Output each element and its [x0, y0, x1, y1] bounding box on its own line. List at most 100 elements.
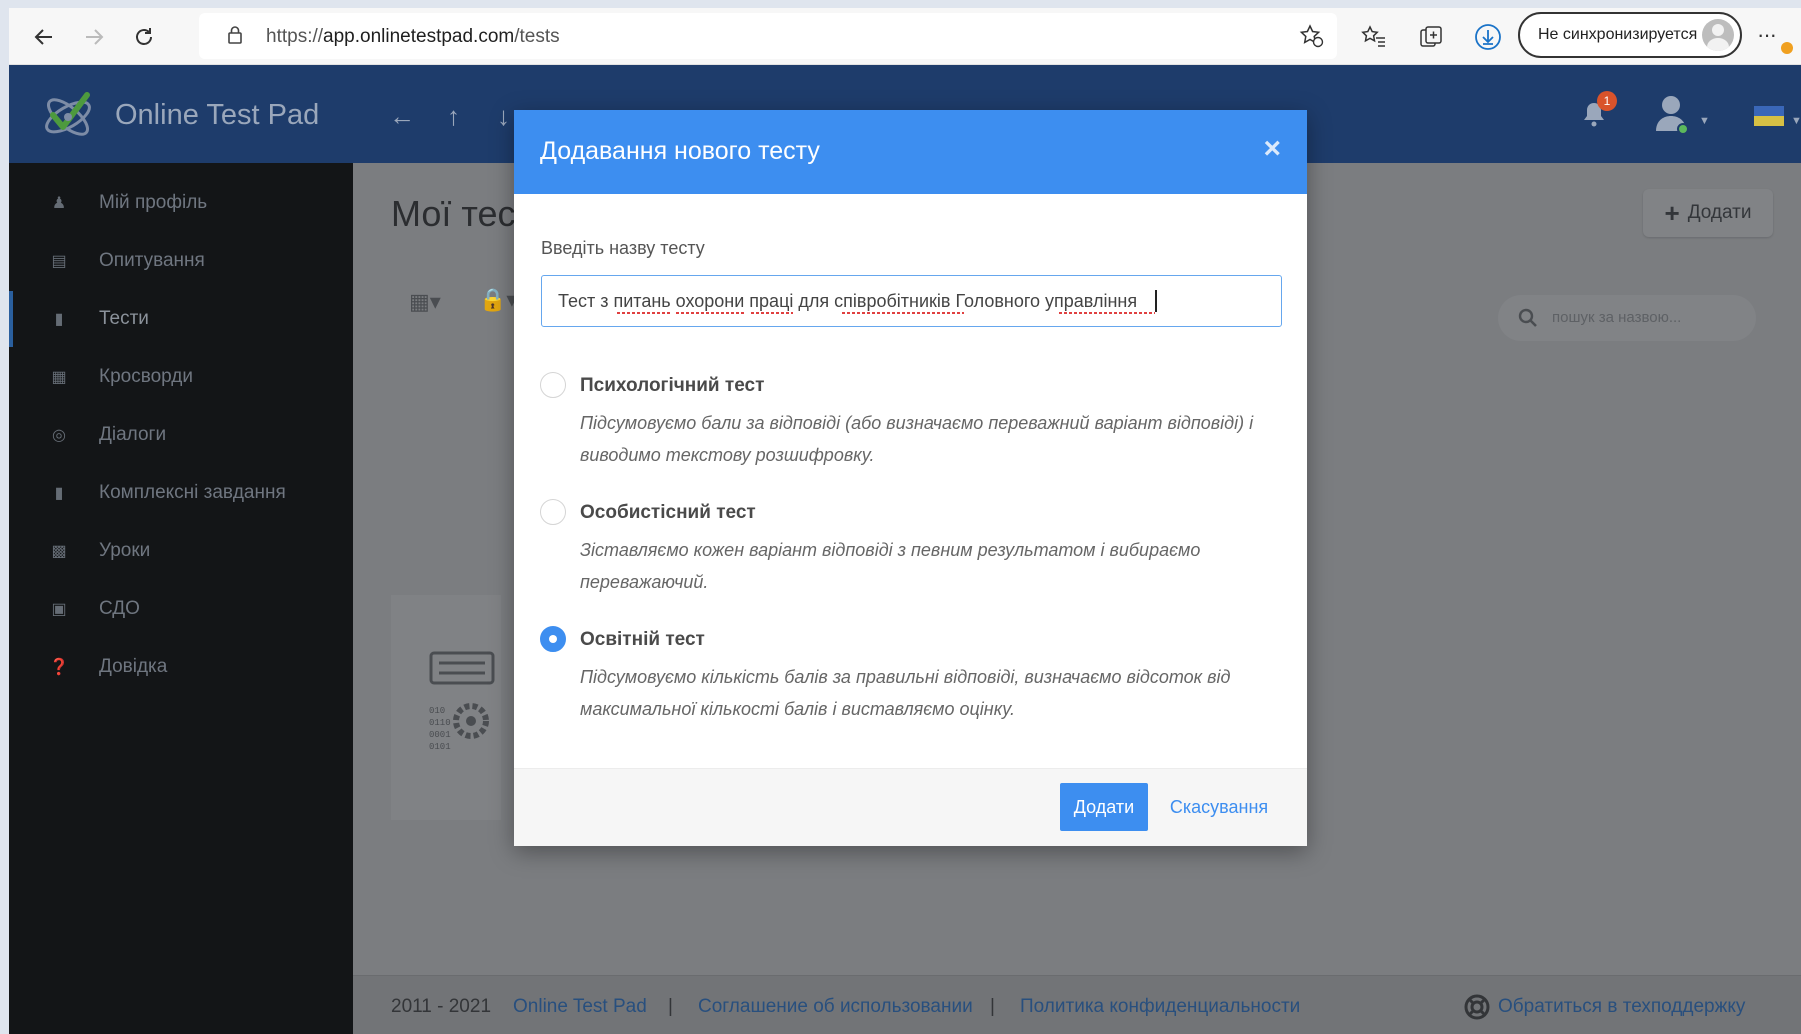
text-cursor — [1155, 290, 1157, 312]
arrow-down-icon[interactable]: ↓ — [497, 101, 510, 132]
collections-icon — [1420, 26, 1442, 47]
footer-link-terms[interactable]: Соглашение об использовании — [698, 996, 973, 1018]
sidebar-item-label: Уроки — [99, 540, 151, 561]
lock-icon — [227, 25, 243, 50]
sidebar-item-crosswords[interactable]: ▦ Кросворди — [9, 349, 353, 405]
sidebar-item-complex-tasks[interactable]: ▮ Комплексні завдання — [9, 465, 353, 521]
update-badge-icon — [1781, 42, 1793, 54]
url-scheme: https:// — [266, 26, 324, 47]
profile-sync-button[interactable]: Не синхронизируется — [1518, 12, 1742, 58]
test-name-label: Введіть назву тесту — [541, 238, 705, 258]
close-icon[interactable]: × — [1263, 134, 1281, 164]
sidebar-item-profile[interactable]: ♟ Мій профіль — [9, 175, 353, 231]
favorites-list-icon — [1361, 25, 1385, 47]
arrow-up-icon[interactable]: ↑ — [447, 101, 460, 132]
sidebar-item-dialogs[interactable]: ◎ Діалоги — [9, 407, 353, 463]
test-name-input[interactable] — [541, 275, 1282, 327]
sidebar-item-label: СДО — [99, 598, 140, 619]
logo-icon[interactable] — [35, 79, 105, 154]
submit-add-button[interactable]: Додати — [1060, 783, 1148, 831]
footer-link-brand[interactable]: Online Test Pad — [513, 996, 647, 1018]
test-card[interactable]: 010 0110 0001 0101 — [391, 595, 501, 820]
help-icon: ❓ — [49, 659, 69, 676]
lifebuoy-icon — [1464, 994, 1490, 1026]
option-description: Підсумовуємо бали за відповіді (або визн… — [580, 413, 1254, 465]
radio-psychological-test[interactable] — [540, 372, 566, 398]
url-text: https://app.onlinetestpad.com/tests — [266, 26, 560, 48]
footer: 2011 - 2021 Online Test Pad | Соглашение… — [353, 975, 1801, 1034]
option-title: Освітній тест — [580, 629, 705, 650]
spellcheck-underline — [617, 312, 671, 314]
footer-separator: | — [668, 996, 673, 1017]
forward-button[interactable] — [77, 20, 111, 54]
address-bar[interactable]: https://app.onlinetestpad.com/tests — [199, 13, 1337, 59]
search-icon — [1518, 308, 1538, 333]
download-icon — [1475, 24, 1501, 50]
cancel-button[interactable]: Скасування — [1164, 783, 1274, 831]
radio-personality-test[interactable] — [540, 499, 566, 525]
add-test-label: Додати — [1687, 202, 1752, 223]
svg-text:0110: 0110 — [429, 718, 451, 728]
brand-name[interactable]: Online Test Pad — [115, 99, 319, 132]
add-favorite-icon[interactable] — [1299, 23, 1325, 54]
spellcheck-underline — [842, 312, 964, 314]
svg-text:010: 010 — [429, 706, 445, 716]
lms-icon: ▣ — [51, 601, 67, 618]
test-icon: ▮ — [54, 311, 64, 328]
dialog-footer: Додати Скасування — [514, 768, 1307, 846]
sidebar-item-label: Тести — [99, 308, 149, 329]
grid-view-icon[interactable]: ▦▾ — [409, 289, 441, 315]
complex-task-icon: ▮ — [54, 485, 64, 502]
chevron-down-icon[interactable]: ▼ — [1791, 115, 1801, 127]
radio-educational-test[interactable] — [540, 626, 566, 652]
survey-icon: ▤ — [51, 253, 67, 270]
search-input[interactable]: пошук за назвою... — [1498, 295, 1756, 341]
lesson-icon: ▩ — [51, 543, 67, 560]
sidebar-item-help[interactable]: ❓ Довідка — [9, 639, 353, 695]
arrow-right-icon — [86, 29, 104, 45]
spellcheck-underline — [1059, 312, 1155, 314]
url-host: app.onlinetestpad.com — [323, 26, 515, 47]
sidebar-item-label: Комплексні завдання — [99, 482, 286, 503]
spellcheck-underline — [751, 312, 793, 314]
test-settings-icon: 010 0110 0001 0101 — [427, 651, 497, 756]
sidebar: ♟ Мій профіль ▤ Опитування ▮ Тести ▦ Кро… — [9, 163, 353, 1034]
sidebar-item-tests[interactable]: ▮ Тести — [9, 291, 353, 347]
option-title: Психологічний тест — [580, 375, 765, 396]
footer-link-privacy[interactable]: Политика конфиденциальности — [1020, 996, 1300, 1018]
sidebar-item-label: Діалоги — [99, 424, 167, 445]
sidebar-item-lessons[interactable]: ▩ Уроки — [9, 523, 353, 579]
user-icon: ♟ — [51, 195, 67, 212]
reload-icon — [136, 28, 152, 45]
favorites-button[interactable] — [1357, 20, 1391, 54]
footer-separator: | — [990, 996, 995, 1017]
back-button[interactable] — [27, 20, 61, 54]
lock-filter-icon[interactable]: 🔒▾ — [479, 287, 517, 313]
dialog-icon: ◎ — [52, 427, 66, 444]
online-status-icon — [1677, 123, 1689, 135]
screen-frame-left — [0, 0, 9, 1034]
sidebar-item-label: Опитування — [99, 250, 205, 271]
plus-icon: + — [1664, 197, 1680, 228]
sidebar-item-label: Довідка — [99, 656, 168, 677]
browser-toolbar: https://app.onlinetestpad.com/tests Не с… — [9, 8, 1801, 65]
downloads-button[interactable] — [1471, 20, 1505, 54]
add-test-button[interactable]: + Додати — [1643, 189, 1773, 237]
chevron-down-icon[interactable]: ▼ — [1699, 115, 1710, 127]
reload-button[interactable] — [127, 20, 161, 54]
url-path: /tests — [514, 26, 560, 47]
support-label: Обратиться в техподдержку — [1498, 996, 1746, 1017]
sidebar-item-surveys[interactable]: ▤ Опитування — [9, 233, 353, 289]
footer-link-support[interactable]: Обратиться в техподдержку — [1464, 994, 1746, 1020]
option-title: Особистісний тест — [580, 502, 756, 523]
language-flag-icon[interactable] — [1754, 106, 1784, 126]
avatar-icon — [1702, 19, 1734, 51]
collections-button[interactable] — [1414, 20, 1448, 54]
sync-status-label: Не синхронизируется — [1538, 26, 1698, 43]
arrow-left-icon — [34, 29, 52, 45]
sidebar-item-lms[interactable]: ▣ СДО — [9, 581, 353, 637]
crossword-icon: ▦ — [51, 369, 67, 386]
option-description: Зіставляємо кожен варіант відповіді з пе… — [580, 540, 1201, 592]
arrow-left-icon[interactable]: ← — [389, 101, 415, 132]
browser-menu-button[interactable]: ··· — [1757, 22, 1777, 48]
